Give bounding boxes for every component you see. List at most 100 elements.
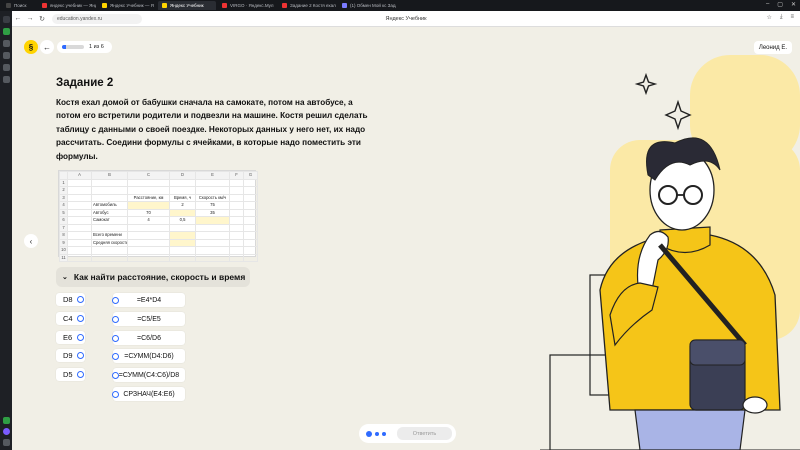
page-dot[interactable]	[382, 431, 386, 436]
browser-tab[interactable]: Поиск	[2, 1, 36, 10]
sheet-column-header: C	[127, 171, 170, 180]
answer-button[interactable]: Ответить	[397, 427, 452, 440]
window-controls[interactable]: – ▢ ✕	[766, 1, 796, 8]
formula-option[interactable]: =E4*D4	[112, 293, 185, 307]
spreadsheet-image: A B C D E F G 1 2 3 Расстояние, км Время, ч Скорость…	[58, 170, 258, 262]
sheet-cell: 75	[195, 201, 230, 210]
task-description: Костя ехал домой от бабушки сначала на с…	[56, 98, 368, 161]
sidebar-app-icon[interactable]	[2, 40, 10, 47]
sidebar-app-icon[interactable]	[2, 52, 10, 59]
connector-dot[interactable]	[112, 315, 119, 323]
connector-dot[interactable]	[77, 315, 84, 322]
sheet-cell	[229, 216, 244, 225]
page-dot[interactable]	[375, 431, 379, 436]
sheet-cell	[67, 186, 92, 195]
previous-slide-button[interactable]: ‹	[24, 234, 38, 248]
sheet-cell: Самокат	[91, 216, 128, 225]
browser-tab[interactable]: Яндекс Учебник	[158, 1, 216, 10]
sheet-cell	[91, 253, 128, 262]
connector-dot[interactable]	[77, 334, 84, 341]
sheet-cell	[127, 238, 170, 247]
cell-option[interactable]: D8	[56, 293, 85, 306]
sheet-row-header: 8	[59, 231, 68, 240]
sidebar-app-icon[interactable]	[2, 28, 10, 35]
formula-option[interactable]: =C5/E5	[112, 312, 185, 326]
sheet-row-header: 5	[59, 208, 68, 217]
connector-dot[interactable]	[112, 352, 119, 360]
sheet-cell	[169, 231, 196, 240]
browser-tab[interactable]: Яндекс Учебник — Я	[98, 1, 156, 10]
formula-label: =C5/E5	[137, 315, 161, 323]
download-icon[interactable]: ⤓	[780, 14, 783, 21]
page-dot-current[interactable]	[366, 430, 372, 437]
maximize-icon[interactable]: ▢	[777, 1, 783, 8]
sidebar-add-icon[interactable]	[2, 417, 10, 424]
sheet-column-header: G	[243, 171, 258, 180]
tab-favicon-icon	[6, 3, 11, 8]
sheet-cell	[243, 238, 258, 247]
connector-dot[interactable]	[112, 390, 119, 398]
connector-dot[interactable]	[112, 371, 119, 379]
browser-tab[interactable]: VIRGO · Яндекс.Мул	[218, 1, 276, 10]
sheet-cell	[127, 223, 170, 232]
url-input[interactable]: education.yandex.ru	[52, 13, 142, 24]
sheet-cell	[127, 246, 170, 255]
sheet-column-header: B	[91, 171, 128, 180]
sheet-row-header: 9	[59, 238, 68, 247]
connector-dot[interactable]	[77, 371, 84, 378]
back-nav-icon[interactable]: ←	[12, 15, 24, 22]
sheet-cell	[229, 178, 244, 187]
cell-label: D5	[63, 370, 73, 379]
tab-label: Яндекс Учебник	[170, 3, 204, 8]
reload-icon[interactable]: ↻	[36, 15, 48, 23]
formula-option[interactable]: СРЗНАЧ(E4:E6)	[112, 387, 185, 401]
forward-nav-icon[interactable]: →	[24, 15, 36, 22]
connector-dot[interactable]	[112, 296, 119, 304]
formula-option[interactable]: =СУММ(D4:D6)	[112, 349, 185, 363]
sheet-cell	[229, 193, 244, 202]
student-illustration	[540, 55, 800, 450]
progress-fill	[62, 45, 66, 49]
browser-tabbar: Поиск яндекс учебник — Янде Яндекс Учебник…	[0, 0, 800, 11]
formula-option[interactable]: =C6/D6	[112, 331, 185, 345]
formula-option[interactable]: =СУММ(C4:C6)/D8	[112, 368, 185, 382]
sheet-cell	[127, 253, 170, 262]
sheet-cell: 35	[195, 208, 230, 217]
sheet-cell: 4	[127, 216, 170, 225]
bookmark-icon[interactable]: ☆	[766, 14, 771, 21]
cell-option[interactable]: C4	[56, 312, 85, 325]
user-name[interactable]: Леонид Е.	[753, 41, 792, 54]
connector-dot[interactable]	[112, 334, 119, 342]
back-button[interactable]: ←	[40, 40, 54, 54]
sheet-cell	[243, 208, 258, 217]
sidebar-app-icon[interactable]	[2, 76, 10, 83]
browser-sidebar	[0, 11, 12, 450]
cell-option[interactable]: D5	[56, 368, 85, 381]
sidebar-app-icon[interactable]	[2, 16, 10, 23]
sidebar-menu-icon[interactable]	[2, 439, 10, 446]
sheet-cell	[67, 231, 92, 240]
tab-label: Поиск	[14, 3, 27, 8]
close-icon[interactable]: ✕	[791, 1, 796, 8]
yandex-uchebnik-logo[interactable]: §	[24, 40, 38, 54]
alice-icon[interactable]	[2, 428, 10, 435]
sheet-cell	[195, 223, 230, 232]
hint-accordion[interactable]: ⌄ Как найти расстояние, скорость и время	[56, 267, 250, 287]
connector-dot[interactable]	[77, 296, 84, 303]
sheet-cell	[229, 238, 244, 247]
sheet-cell: 0,5	[169, 216, 196, 225]
browser-tab[interactable]: Задание 2 Костя ехал до	[278, 1, 336, 10]
minimize-icon[interactable]: –	[766, 1, 769, 8]
sidebar-app-icon[interactable]	[2, 64, 10, 71]
cell-option[interactable]: E6	[56, 331, 85, 344]
sheet-cell	[67, 178, 92, 187]
sheet-cell: Автобус	[91, 208, 128, 217]
connector-dot[interactable]	[77, 352, 84, 359]
browser-tab[interactable]: яндекс учебник — Янде	[38, 1, 96, 10]
sheet-cell	[91, 193, 128, 202]
sheet-column-header	[59, 171, 68, 180]
browser-tab[interactable]: (1) Обмен Мой кс Задан	[338, 1, 396, 10]
cell-option[interactable]: D9	[56, 349, 85, 362]
sheet-cell	[229, 208, 244, 217]
menu-icon[interactable]: ≡	[790, 14, 794, 21]
